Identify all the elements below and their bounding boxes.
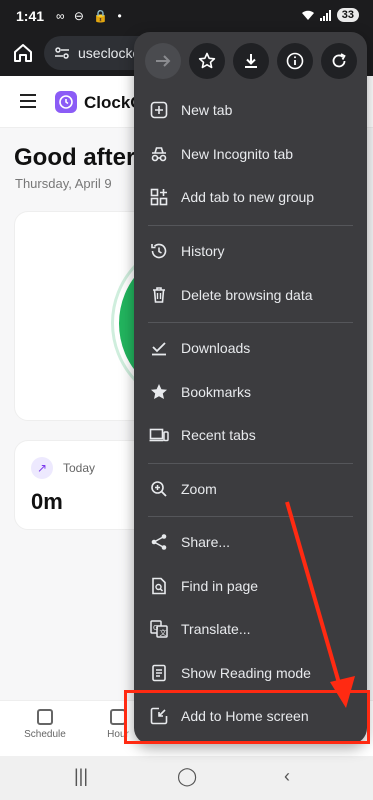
svg-text:文: 文 (160, 628, 167, 637)
recent-apps-icon[interactable]: ||| (74, 766, 88, 787)
menu-item-add-tab-to-group[interactable]: Add tab to new group (134, 177, 367, 217)
menu-item-zoom[interactable]: Zoom (134, 469, 367, 509)
trending-up-icon: ↗ (31, 457, 53, 479)
menu-divider (148, 516, 353, 517)
current-date: Thursday, April 9 (15, 176, 112, 191)
url-text: useclocko (78, 45, 141, 61)
find-icon (148, 575, 170, 597)
menu-item-new-incognito-tab[interactable]: New Incognito tab (134, 134, 367, 174)
back-icon[interactable]: ‹ (284, 766, 290, 787)
star-icon (148, 381, 170, 403)
menu-item-label: New Incognito tab (181, 146, 294, 162)
downloads-icon (148, 337, 170, 359)
today-label: Today (63, 461, 96, 475)
menu-item-delete-browsing-data[interactable]: Delete browsing data (134, 275, 367, 315)
site-settings-icon[interactable] (54, 45, 70, 61)
menu-item-share[interactable]: Share... (134, 522, 367, 562)
menu-item-history[interactable]: History (134, 231, 367, 271)
new-tab-icon (148, 99, 170, 121)
signal-icon (319, 9, 331, 21)
system-navigation-bar: ||| ◯ ‹ (0, 756, 373, 800)
status-notification-icons: ∞ ⊖ 🔒 • (56, 9, 125, 23)
battery-indicator: 33 (336, 8, 359, 22)
menu-item-label: Add tab to new group (181, 189, 315, 205)
menu-item-label: Bookmarks (181, 384, 252, 400)
refresh-icon[interactable] (321, 43, 357, 79)
forward-icon[interactable] (145, 43, 181, 79)
wifi-icon (301, 10, 314, 20)
menu-divider (148, 322, 353, 323)
reading-mode-icon (148, 662, 170, 684)
annotation-highlight-box (124, 690, 370, 744)
home-icon[interactable] (8, 38, 38, 68)
status-right-group: 33 (301, 8, 359, 22)
menu-item-downloads[interactable]: Downloads (134, 328, 367, 368)
clock-logo-icon (55, 91, 77, 113)
menu-item-show-reading-mode[interactable]: Show Reading mode (134, 653, 367, 693)
incognito-icon (148, 143, 170, 165)
home-circle-icon[interactable]: ◯ (177, 766, 197, 787)
history-icon (148, 240, 170, 262)
browser-overflow-menu: New tab New Incognito tab Add tab to new… (134, 32, 367, 744)
menu-item-label: Show Reading mode (181, 665, 311, 681)
trash-icon (148, 284, 170, 306)
nav-schedule-label: Schedule (24, 729, 66, 740)
zoom-icon (148, 478, 170, 500)
tab-group-icon (148, 186, 170, 208)
menu-item-bookmarks[interactable]: Bookmarks (134, 372, 367, 412)
translate-icon: G文 (148, 618, 170, 640)
menu-item-recent-tabs[interactable]: Recent tabs (134, 415, 367, 455)
menu-item-label: Recent tabs (181, 427, 256, 443)
share-icon (148, 531, 170, 553)
menu-divider (148, 463, 353, 464)
menu-item-find-in-page[interactable]: Find in page (134, 566, 367, 606)
info-icon[interactable] (277, 43, 313, 79)
menu-item-new-tab[interactable]: New tab (134, 90, 367, 130)
nav-schedule[interactable]: Schedule (15, 709, 75, 740)
calendar-icon (37, 709, 53, 725)
menu-divider (148, 225, 353, 226)
download-icon[interactable] (233, 43, 269, 79)
menu-item-label: Zoom (181, 481, 217, 497)
menu-item-label: Share... (181, 534, 231, 550)
menu-item-label: Find in page (181, 578, 259, 594)
greeting-heading: Good aftern (14, 144, 150, 171)
menu-item-translate[interactable]: G文 Translate... (134, 609, 367, 649)
menu-item-label: Translate... (181, 621, 251, 637)
svg-text:G: G (153, 624, 158, 632)
status-time: 1:41 (16, 8, 45, 24)
menu-top-actions (134, 32, 367, 90)
bookmark-star-icon[interactable] (189, 43, 225, 79)
menu-item-label: Downloads (181, 340, 251, 356)
menu-item-label: History (181, 243, 225, 259)
menu-item-label: Delete browsing data (181, 287, 313, 303)
menu-item-label: New tab (181, 102, 233, 118)
status-bar: 1:41 ∞ ⊖ 🔒 • 33 (0, 0, 373, 32)
today-value: 0m (31, 489, 63, 514)
recent-tabs-icon (148, 424, 170, 446)
menu-icon[interactable] (20, 94, 36, 108)
